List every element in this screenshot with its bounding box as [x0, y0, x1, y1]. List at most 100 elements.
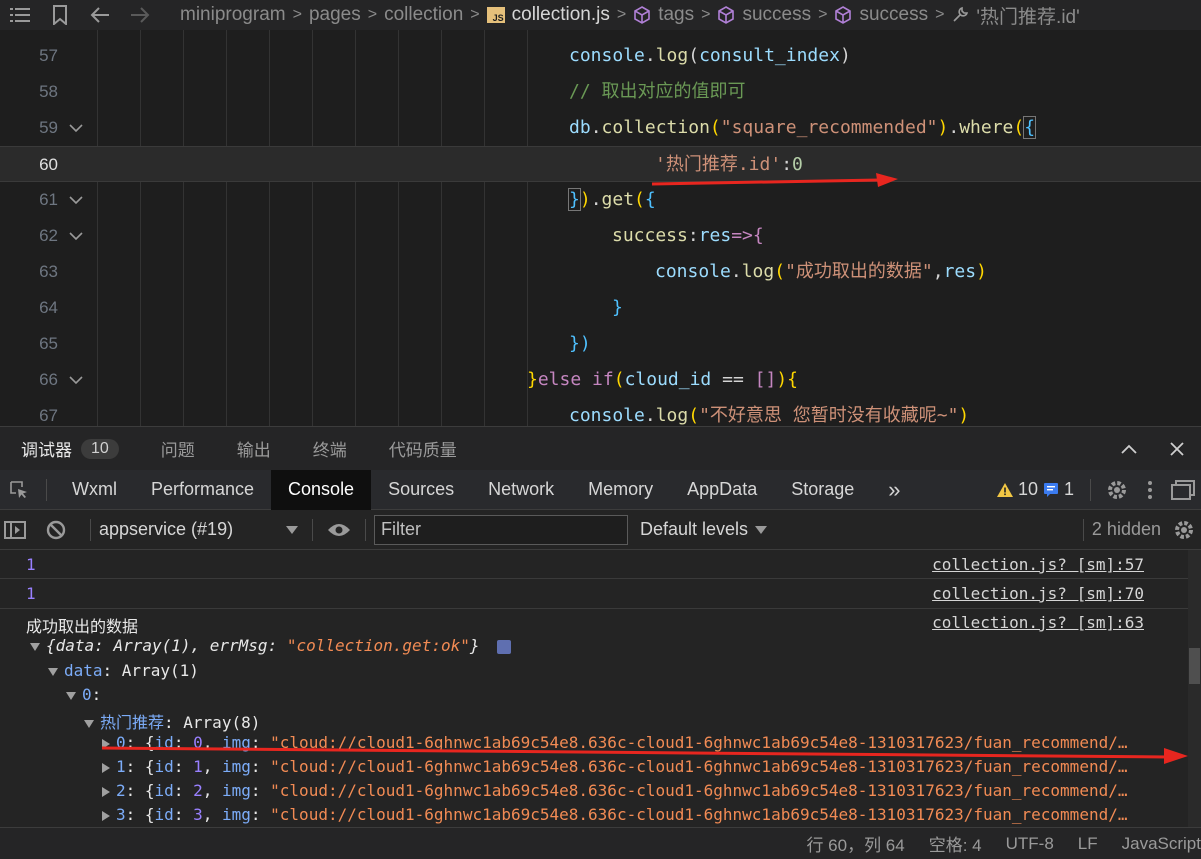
object-tree-node[interactable]: 0: — [66, 685, 101, 704]
line-number: 63 — [39, 262, 58, 281]
log-value: 1 — [26, 555, 36, 574]
console-toolbar: appservice (#19) Default levels 2 hidden — [0, 510, 1201, 550]
tab-console[interactable]: Console — [271, 469, 372, 510]
code-line: 64 } — [0, 290, 1201, 326]
tab-appdata[interactable]: AppData — [670, 470, 774, 510]
issues-counter[interactable]: 10 1 — [996, 479, 1074, 500]
more-vertical-icon[interactable] — [1135, 480, 1165, 500]
tab-sources[interactable]: Sources — [371, 470, 471, 510]
code-line-current: 60 '热门推荐.id':0 — [0, 146, 1201, 182]
code-line: 57 console.log(consult_index) — [0, 38, 1201, 74]
line-number: 62 — [39, 226, 58, 245]
object-tree-node[interactable]: 热门推荐: Array(8) — [84, 709, 260, 733]
indentation[interactable]: 空格: 4 — [929, 831, 982, 856]
log-levels-dropdown[interactable]: Default levels — [640, 519, 768, 540]
chevron-up-icon[interactable] — [1105, 444, 1153, 454]
filter-input[interactable] — [374, 514, 628, 545]
code-line: 67 console.log("不好意思 您暂时没有收藏呢~") — [0, 398, 1201, 426]
annotation-arrow — [651, 173, 898, 187]
status-bar: 行 60，列 64 空格: 4 UTF-8 LF JavaScript — [0, 827, 1201, 859]
breadcrumb-item-tags[interactable]: tags — [633, 4, 694, 26]
symbol-method-icon — [835, 6, 852, 24]
line-number: 65 — [39, 334, 58, 353]
annotation-arrow — [101, 746, 1188, 764]
dock-side-icon[interactable] — [1165, 479, 1201, 500]
forward-arrow-icon[interactable] — [120, 0, 160, 30]
chevron-down-icon[interactable] — [66, 218, 86, 254]
line-number: 59 — [39, 118, 58, 137]
inspect-element-icon[interactable] — [0, 470, 38, 510]
breadcrumb-item-property[interactable]: '热门推荐.id' — [951, 2, 1080, 29]
log-text: 成功取出的数据 — [26, 617, 139, 636]
settings-gear-icon[interactable] — [1099, 479, 1135, 501]
breadcrumb-item-collection[interactable]: collection — [384, 4, 463, 26]
array-item[interactable]: 3: {id: 3, img: "cloud://cloud1-6ghnwc1a… — [102, 805, 1162, 824]
cursor-position[interactable]: 行 60，列 64 — [806, 831, 904, 856]
wrench-icon — [953, 6, 969, 22]
close-icon[interactable] — [1153, 441, 1201, 456]
scrollbar-thumb[interactable] — [1189, 648, 1200, 684]
warning-icon — [996, 482, 1013, 497]
chevron-down-icon[interactable] — [66, 110, 86, 146]
tab-wxml[interactable]: Wxml — [55, 470, 134, 510]
breadcrumb-item-miniprogram[interactable]: miniprogram — [180, 4, 286, 26]
devtools-tab-bar: Wxml Performance Console Sources Network… — [0, 469, 1201, 510]
symbol-field-icon — [634, 6, 650, 24]
code-editor[interactable]: 57 console.log(consult_index) 58 // 取出对应… — [0, 30, 1201, 426]
line-number: 60 — [39, 155, 58, 174]
tab-terminal[interactable]: 终端 — [292, 427, 368, 471]
language-mode[interactable]: JavaScript — [1122, 834, 1201, 854]
code-line: 58 // 取出对应的值即可 — [0, 74, 1201, 110]
dropdown-arrow-icon — [755, 525, 768, 534]
line-number: 64 — [39, 298, 58, 317]
line-ending[interactable]: LF — [1078, 834, 1098, 854]
tab-code-quality[interactable]: 代码质量 — [368, 427, 478, 471]
more-tabs-button[interactable]: » — [871, 470, 917, 510]
tab-storage[interactable]: Storage — [774, 470, 871, 510]
console-settings-gear-icon[interactable] — [1167, 519, 1201, 541]
console-message: 成功取出的数据 collection.js? [sm]:63 {data: Ar… — [0, 609, 1188, 827]
code-line: 62 success:res=>{ — [0, 218, 1201, 254]
tab-problems[interactable]: 问题 — [140, 427, 216, 471]
breadcrumb-item-pages[interactable]: pages — [309, 4, 361, 26]
breadcrumb-item-file[interactable]: JS collection.js — [486, 4, 610, 26]
tab-memory[interactable]: Memory — [571, 470, 670, 510]
array-item[interactable]: 2: {id: 2, img: "cloud://cloud1-6ghnwc1a… — [102, 781, 1162, 800]
encoding[interactable]: UTF-8 — [1006, 834, 1054, 854]
panel-tab-bar: 调试器 10 问题 输出 终端 代码质量 — [0, 426, 1201, 470]
chevron-right-icon: > — [470, 6, 480, 23]
tab-network[interactable]: Network — [471, 470, 571, 510]
chevron-right-icon: > — [616, 6, 627, 23]
clear-console-icon[interactable] — [30, 520, 82, 540]
code-line: 66 }else if(cloud_id == []){ — [0, 362, 1201, 398]
hidden-count: 2 hidden — [1091, 519, 1161, 539]
tab-performance[interactable]: Performance — [134, 470, 271, 510]
eye-icon[interactable] — [321, 523, 357, 537]
tab-debugger[interactable]: 调试器 10 — [0, 427, 140, 471]
chevron-down-icon[interactable] — [66, 182, 86, 218]
code-line: 61 }).get({ — [0, 182, 1201, 218]
back-arrow-icon[interactable] — [80, 0, 120, 30]
code-line: 65 }) — [0, 326, 1201, 362]
object-tree-root[interactable]: {data: Array(1), errMsg: "collection.get… — [30, 636, 512, 655]
line-number: 67 — [39, 406, 58, 425]
tab-output[interactable]: 输出 — [216, 427, 292, 471]
console-scrollbar[interactable] — [1188, 550, 1201, 827]
source-link[interactable]: collection.js? [sm]:57 — [932, 550, 1144, 579]
chevron-right-icon: > — [935, 6, 945, 23]
source-link[interactable]: collection.js? [sm]:63 — [932, 613, 1144, 632]
bookmark-icon[interactable] — [40, 0, 80, 30]
chevron-down-icon[interactable] — [66, 362, 86, 398]
sidebar-toggle-icon[interactable] — [0, 520, 30, 539]
menu-icon[interactable] — [0, 0, 40, 30]
source-link[interactable]: collection.js? [sm]:70 — [932, 579, 1144, 609]
console-output[interactable]: 1 collection.js? [sm]:57 1 collection.js… — [0, 550, 1201, 827]
chevron-right-icon: > — [292, 6, 302, 23]
chevron-right-icon: > — [701, 6, 711, 23]
breadcrumb-item-success-1[interactable]: success — [717, 4, 811, 26]
info-icon[interactable] — [497, 639, 512, 654]
object-tree-node[interactable]: data: Array(1) — [48, 661, 199, 680]
context-selector[interactable]: appservice (#19) — [99, 519, 304, 540]
debugger-count-badge: 10 — [81, 438, 119, 459]
breadcrumb-item-success-2[interactable]: success — [834, 4, 928, 26]
